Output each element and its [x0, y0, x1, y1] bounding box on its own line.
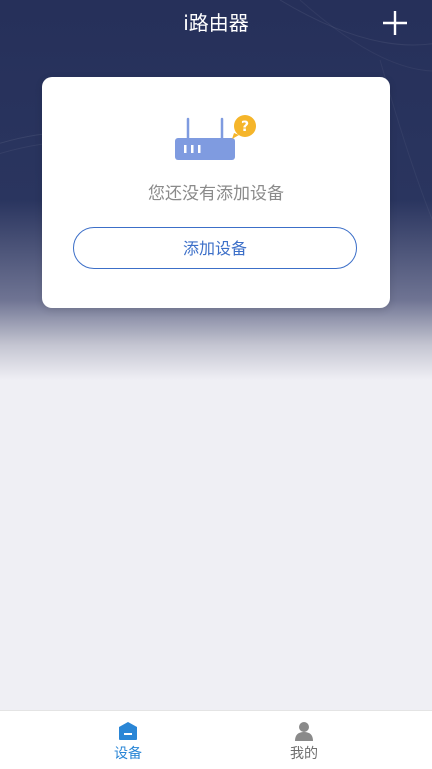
empty-state-card: ? 您还没有添加设备 添加设备 — [42, 77, 390, 308]
router-question-icon: ? — [172, 113, 262, 169]
bottom-tab-bar: 设备 我的 — [0, 710, 432, 769]
person-icon — [294, 721, 314, 741]
tab-label: 我的 — [290, 746, 318, 762]
empty-state-message: 您还没有添加设备 — [148, 184, 284, 204]
add-device-button[interactable]: 添加设备 — [73, 227, 357, 269]
tab-me[interactable]: 我的 — [196, 711, 412, 769]
plus-icon[interactable] — [380, 8, 410, 38]
device-home-icon — [118, 721, 138, 741]
svg-text:?: ? — [241, 119, 249, 135]
page-title: i路由器 — [183, 11, 249, 35]
